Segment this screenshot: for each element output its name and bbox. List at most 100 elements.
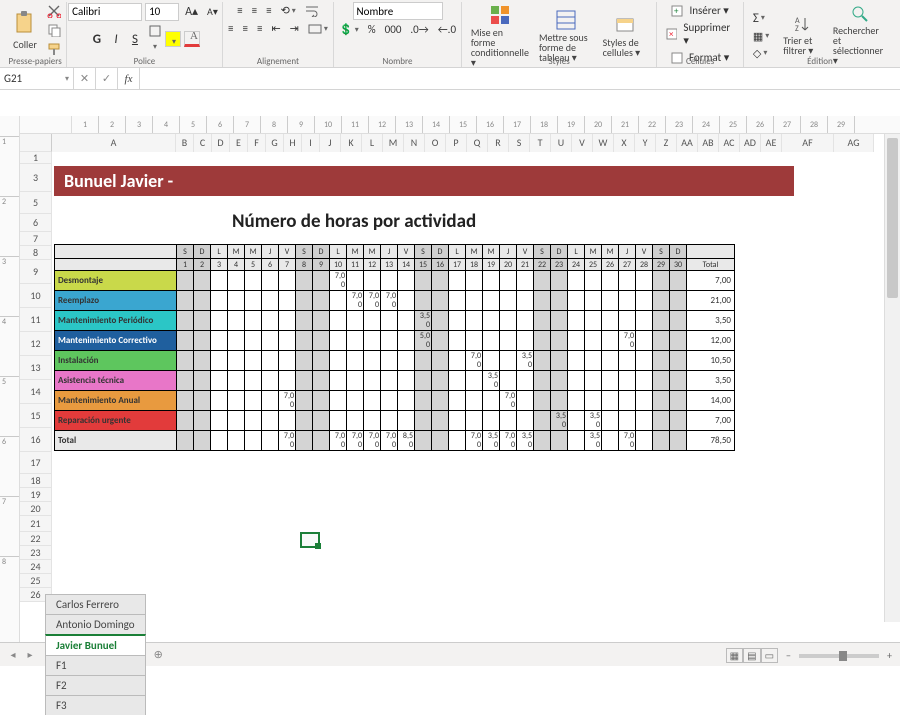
col-header-AF[interactable]: AF: [782, 134, 834, 152]
autosum-button[interactable]: Σ: [750, 9, 772, 28]
row-header-18[interactable]: 18: [20, 474, 52, 488]
font-color-button[interactable]: [184, 31, 200, 47]
row-header-14[interactable]: 14: [20, 380, 52, 404]
fill-button[interactable]: ▦: [750, 28, 772, 45]
col-header-U[interactable]: U: [551, 134, 572, 152]
orientation-button[interactable]: ⟲: [278, 2, 299, 19]
spreadsheet-grid[interactable]: Bunuel Javier - Número de horas por acti…: [52, 152, 900, 642]
percent-format-button[interactable]: %: [365, 21, 379, 38]
row-header-20[interactable]: 20: [20, 502, 52, 516]
formula-input[interactable]: [140, 68, 900, 89]
row-header-21[interactable]: 21: [20, 516, 52, 532]
row-header-10[interactable]: 10: [20, 284, 52, 308]
view-pagebreak-icon[interactable]: ▭: [761, 648, 778, 663]
enter-formula-icon[interactable]: ✓: [96, 68, 118, 89]
col-header-B[interactable]: B: [176, 134, 194, 152]
row-header-7[interactable]: 7: [20, 232, 52, 246]
increase-decimal-button[interactable]: .0→: [407, 21, 431, 38]
borders-button[interactable]: [146, 23, 162, 55]
comma-format-button[interactable]: 000: [382, 21, 405, 38]
sheet-tab[interactable]: F2: [45, 675, 146, 695]
decrease-decimal-button[interactable]: ←.0: [435, 21, 459, 38]
sheet-tab[interactable]: Carlos Ferrero: [45, 594, 146, 614]
col-header-AC[interactable]: AC: [719, 134, 740, 152]
row-header-16[interactable]: 16: [20, 428, 52, 452]
align-center-icon[interactable]: ≡: [239, 20, 250, 37]
row-header-11[interactable]: 11: [20, 308, 52, 332]
tab-nav[interactable]: ◂▸: [6, 648, 37, 661]
col-header-AG[interactable]: AG: [834, 134, 874, 152]
column-headers[interactable]: ABCDEFGHIJKLMNOPQRSTUVWXYZAAABACADAEAFAG: [52, 134, 874, 152]
col-header-C[interactable]: C: [194, 134, 212, 152]
col-header-P[interactable]: P: [446, 134, 467, 152]
col-header-L[interactable]: L: [362, 134, 383, 152]
new-sheet-button[interactable]: ⊕: [151, 646, 166, 663]
zoom-slider[interactable]: [799, 654, 879, 658]
paste-button[interactable]: Coller: [10, 8, 40, 53]
bold-button[interactable]: G: [89, 31, 105, 47]
col-header-X[interactable]: X: [614, 134, 635, 152]
col-header-R[interactable]: R: [488, 134, 509, 152]
insert-cells-button[interactable]: +Insérer ▾: [668, 2, 731, 19]
fill-color-button[interactable]: [165, 31, 181, 47]
col-header-V[interactable]: V: [572, 134, 593, 152]
align-middle-icon[interactable]: ≡: [249, 2, 260, 19]
sheet-tab[interactable]: Javier Bunuel: [45, 634, 146, 655]
col-header-AB[interactable]: AB: [698, 134, 719, 152]
row-header-9[interactable]: 9: [20, 260, 52, 284]
row-header-17[interactable]: 17: [20, 452, 52, 474]
row-header-8[interactable]: 8: [20, 246, 52, 260]
zoom-in-button[interactable]: +: [887, 649, 892, 662]
col-header-G[interactable]: G: [266, 134, 284, 152]
align-left-icon[interactable]: ≡: [225, 20, 236, 37]
col-header-J[interactable]: J: [320, 134, 341, 152]
row-header-25[interactable]: 25: [20, 574, 52, 588]
col-header-D[interactable]: D: [212, 134, 230, 152]
row-header-6[interactable]: 6: [20, 214, 52, 232]
row-header-23[interactable]: 23: [20, 546, 52, 560]
col-header-Z[interactable]: Z: [656, 134, 677, 152]
col-header-I[interactable]: I: [302, 134, 320, 152]
row-header-24[interactable]: 24: [20, 560, 52, 574]
col-header-M[interactable]: M: [383, 134, 404, 152]
accounting-format-button[interactable]: 💲: [336, 21, 362, 38]
row-header-22[interactable]: 22: [20, 532, 52, 546]
view-normal-icon[interactable]: ▦: [726, 648, 743, 663]
align-bottom-icon[interactable]: ≡: [263, 2, 274, 19]
number-format-select[interactable]: [353, 2, 443, 20]
italic-button[interactable]: I: [108, 31, 124, 47]
col-header-E[interactable]: E: [230, 134, 248, 152]
col-header-H[interactable]: H: [284, 134, 302, 152]
row-headers[interactable]: 1356789101112131415161718192021222324252…: [20, 152, 52, 642]
sort-filter-button[interactable]: AZTrier et filtrer ▾: [780, 12, 826, 58]
align-right-icon[interactable]: ≡: [254, 20, 265, 37]
wrap-text-button[interactable]: [302, 3, 322, 19]
row-header-5[interactable]: 5: [20, 192, 52, 214]
col-header-O[interactable]: O: [425, 134, 446, 152]
cut-button[interactable]: [44, 2, 64, 20]
col-header-F[interactable]: F: [248, 134, 266, 152]
fx-icon[interactable]: fx: [118, 68, 140, 89]
cancel-formula-icon[interactable]: ✕: [74, 68, 96, 89]
row-header-12[interactable]: 12: [20, 332, 52, 356]
increase-font-icon[interactable]: A▴: [182, 2, 201, 21]
col-header-AE[interactable]: AE: [761, 134, 782, 152]
vertical-scrollbar[interactable]: [884, 134, 900, 622]
decrease-font-icon[interactable]: A▾: [204, 3, 221, 20]
sheet-tab[interactable]: F1: [45, 655, 146, 675]
col-header-K[interactable]: K: [341, 134, 362, 152]
underline-button[interactable]: S: [127, 31, 143, 47]
view-layout-icon[interactable]: ▤: [743, 648, 760, 663]
merge-button[interactable]: [305, 22, 331, 36]
zoom-out-button[interactable]: −: [786, 649, 791, 662]
sheet-tab[interactable]: F3: [45, 695, 146, 715]
col-header-A[interactable]: A: [52, 134, 176, 152]
col-header-Q[interactable]: Q: [467, 134, 488, 152]
font-name-select[interactable]: [68, 3, 142, 21]
delete-cells-button[interactable]: ×Supprimer ▾: [663, 19, 736, 49]
increase-indent-icon[interactable]: ⇥: [287, 20, 302, 37]
col-header-N[interactable]: N: [404, 134, 425, 152]
cell-styles-button[interactable]: Styles de cellules ▾: [600, 12, 651, 60]
align-top-icon[interactable]: ≡: [234, 2, 245, 19]
row-header-19[interactable]: 19: [20, 488, 52, 502]
